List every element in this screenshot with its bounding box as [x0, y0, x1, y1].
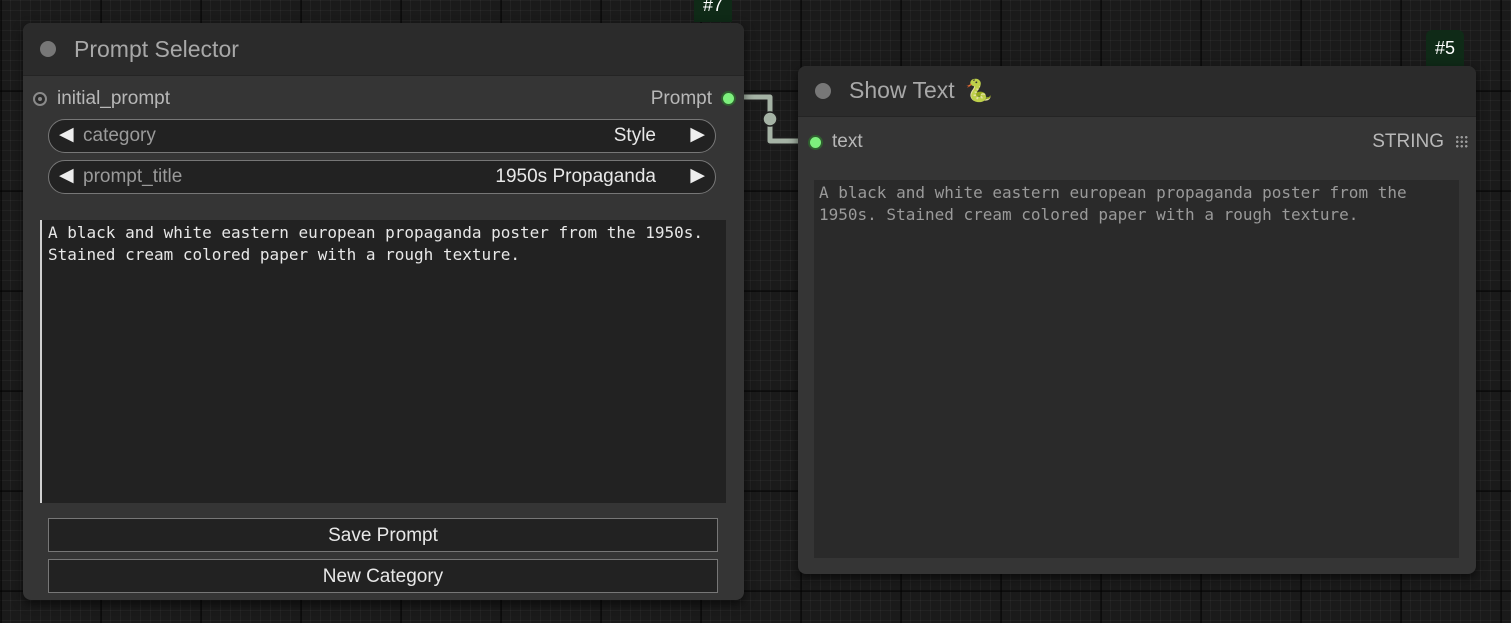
- widget-grid-icon[interactable]: [1455, 135, 1468, 148]
- text-input-label: text: [832, 131, 863, 152]
- node-title: Show Text: [849, 77, 955, 103]
- initial-prompt-input-slot[interactable]: [33, 92, 47, 106]
- node-id-badge: #5: [1426, 30, 1465, 66]
- link-midpoint[interactable]: [762, 111, 778, 127]
- node-title-bar[interactable]: Show Text 🐍: [798, 66, 1476, 117]
- category-combo-value: Style: [613, 125, 656, 146]
- output-textarea[interactable]: A black and white eastern european propa…: [814, 180, 1459, 558]
- combo-prev-icon[interactable]: ◀: [59, 164, 74, 187]
- combo-prev-icon[interactable]: ◀: [59, 123, 74, 146]
- graph-canvas[interactable]: #7 Prompt Selector initial_prompt Prompt…: [0, 0, 1511, 623]
- prompt-title-combo[interactable]: ◀ prompt_title 1950s Propaganda ▶: [48, 160, 716, 194]
- node-id-badge: #7: [694, 0, 733, 22]
- node-title: Prompt Selector: [74, 36, 239, 62]
- prompt-title-combo-label: prompt_title: [83, 166, 183, 187]
- initial-prompt-label: initial_prompt: [57, 88, 170, 109]
- collapse-dot-icon[interactable]: [40, 41, 56, 57]
- save-prompt-button[interactable]: Save Prompt: [48, 518, 718, 552]
- node-title-wrap: Show Text 🐍: [849, 77, 993, 104]
- collapse-dot-icon[interactable]: [815, 83, 831, 99]
- prompt-output-slot[interactable]: [721, 91, 736, 106]
- text-input-slot[interactable]: [808, 135, 823, 150]
- string-type-label: STRING: [1372, 131, 1444, 152]
- node-title-bar[interactable]: Prompt Selector: [23, 23, 744, 76]
- combo-next-icon[interactable]: ▶: [690, 123, 705, 146]
- snake-icon: 🐍: [965, 78, 993, 103]
- prompt-title-combo-value: 1950s Propaganda: [495, 166, 656, 187]
- show-text-node[interactable]: Show Text 🐍 text STRING A black and whit…: [798, 66, 1476, 574]
- new-category-button[interactable]: New Category: [48, 559, 718, 593]
- prompt-selector-node[interactable]: Prompt Selector initial_prompt Prompt ◀ …: [23, 23, 744, 600]
- category-combo-label: category: [83, 125, 156, 146]
- category-combo[interactable]: ◀ category Style ▶: [48, 119, 716, 153]
- combo-next-icon[interactable]: ▶: [690, 164, 705, 187]
- prompt-output-label: Prompt: [650, 88, 712, 109]
- prompt-textarea[interactable]: A black and white eastern european propa…: [40, 220, 726, 503]
